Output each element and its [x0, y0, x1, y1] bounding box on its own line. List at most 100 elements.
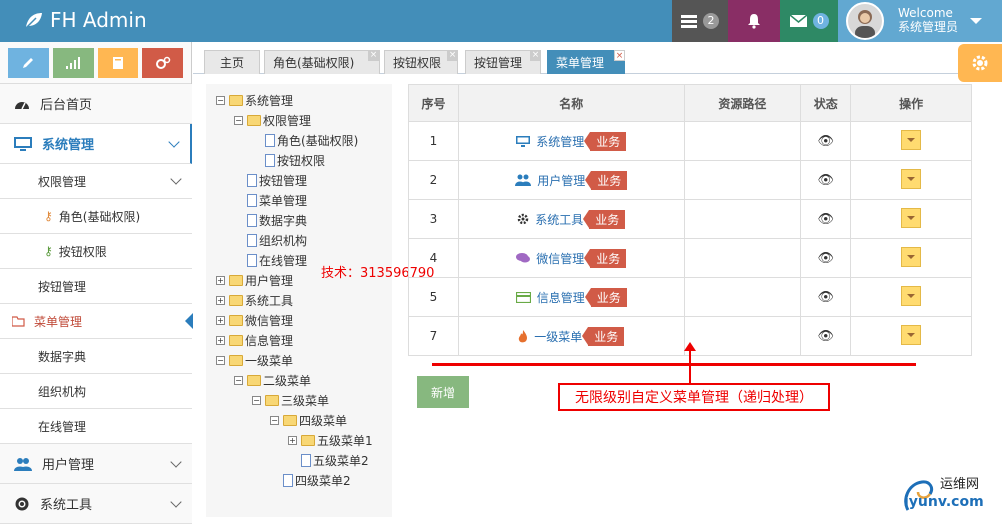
eye-icon[interactable]: 👁: [817, 329, 834, 344]
expand-icon[interactable]: +: [216, 316, 225, 325]
tree-node[interactable]: − 权限管理: [234, 112, 311, 129]
document-icon: [247, 234, 257, 247]
settings-button[interactable]: [958, 44, 1002, 82]
close-icon[interactable]: ×: [530, 50, 541, 61]
folder-open-icon: [229, 355, 243, 366]
sidebar-item-users[interactable]: 用户管理: [0, 444, 192, 484]
actions-dropdown-button[interactable]: [901, 168, 922, 189]
tree-node[interactable]: 按钮权限: [252, 152, 325, 169]
close-icon[interactable]: ×: [447, 50, 458, 61]
sidebar-item-online[interactable]: 在线管理: [0, 409, 192, 444]
expand-icon[interactable]: +: [216, 276, 225, 285]
notifications-button[interactable]: [728, 0, 780, 42]
caret-down-icon: [970, 18, 982, 24]
type-tag: 业务: [584, 287, 627, 307]
collapse-icon[interactable]: −: [234, 116, 243, 125]
folder-open-icon: [229, 95, 243, 106]
shortcut-book-button[interactable]: [97, 48, 139, 78]
signal-icon: [66, 57, 81, 69]
collapse-icon[interactable]: −: [234, 376, 243, 385]
sidebar-item-button-management[interactable]: 按钮管理: [0, 269, 192, 304]
eye-icon[interactable]: 👁: [817, 173, 834, 188]
desktop-icon: [14, 136, 32, 151]
tab-home[interactable]: 主页: [204, 50, 260, 74]
tree-node-label: 三级菜单: [281, 394, 330, 408]
actions-dropdown-button[interactable]: [901, 285, 922, 306]
tree-node[interactable]: 角色(基础权限): [252, 132, 358, 149]
tree-node[interactable]: + 微信管理: [216, 312, 293, 329]
shortcut-pencil-button[interactable]: [8, 48, 49, 78]
tree-node[interactable]: 四级菜单2: [270, 472, 351, 489]
tree-node[interactable]: 组织机构: [234, 232, 307, 249]
tab-roles[interactable]: 角色(基础权限): [264, 50, 380, 74]
sidebar-item-button-permissions[interactable]: ⚷ 按钮权限: [0, 234, 192, 269]
type-tag: 业务: [584, 248, 627, 268]
collapse-icon[interactable]: −: [216, 356, 225, 365]
sidebar-item-organization[interactable]: 组织机构: [0, 374, 192, 409]
tree-node[interactable]: + 五级菜单1: [288, 432, 373, 449]
tree-node[interactable]: − 系统管理: [216, 92, 293, 109]
sidebar-item-system[interactable]: 系统管理: [0, 124, 192, 164]
expand-icon[interactable]: +: [216, 296, 225, 305]
menu-tree: − 系统管理 − 权限管理角色(基础权限) 按钮权限按钮管理菜单管理数据字典组织机构在线…: [206, 84, 392, 517]
close-icon[interactable]: ×: [614, 50, 625, 61]
sidebar-item-permissions[interactable]: 权限管理: [0, 164, 192, 199]
expand-icon[interactable]: +: [216, 336, 225, 345]
eye-icon[interactable]: 👁: [817, 290, 834, 305]
tree-node[interactable]: + 系统工具: [216, 292, 293, 309]
tree-node[interactable]: 在线管理: [234, 252, 307, 269]
tree-node-label: 一级菜单: [245, 354, 294, 368]
tree-node[interactable]: − 一级菜单: [216, 352, 293, 369]
tree-node[interactable]: 五级菜单2: [288, 452, 369, 469]
shortcut-cogs-button[interactable]: [142, 48, 183, 78]
tree-node[interactable]: − 四级菜单: [270, 412, 347, 429]
actions-dropdown-button[interactable]: [901, 129, 922, 150]
chevron-down-icon: [170, 456, 182, 468]
tab-bar: 主页 角色(基础权限) × 按钮权限 × 按钮管理 × 菜单管理 ×: [193, 42, 1002, 74]
status-cell: 👁: [800, 121, 852, 161]
collapse-icon[interactable]: −: [216, 96, 225, 105]
add-button[interactable]: 新增: [417, 376, 469, 408]
sidebar-shortcuts: [0, 42, 191, 84]
tree-node[interactable]: 菜单管理: [234, 192, 307, 209]
document-icon: [265, 134, 275, 147]
shortcut-signal-button[interactable]: [52, 48, 94, 78]
actions-cell: [850, 316, 972, 356]
actions-cell: [850, 199, 972, 239]
eye-icon[interactable]: 👁: [817, 134, 834, 149]
actions-cell: [850, 238, 972, 278]
sidebar-item-home[interactable]: 后台首页: [0, 84, 192, 124]
collapse-icon[interactable]: −: [270, 416, 279, 425]
sidebar-item-menu-management[interactable]: 菜单管理: [0, 304, 193, 339]
actions-dropdown-button[interactable]: [901, 324, 922, 345]
tree-node[interactable]: 按钮管理: [234, 172, 307, 189]
user-menu[interactable]: Welcome 系统管理员: [838, 0, 1002, 42]
tree-node[interactable]: + 用户管理: [216, 272, 293, 289]
close-icon[interactable]: ×: [368, 50, 379, 61]
sidebar-item-dictionary[interactable]: 数据字典: [0, 339, 192, 374]
tree-node[interactable]: − 三级菜单: [252, 392, 329, 409]
eye-icon[interactable]: 👁: [817, 212, 834, 227]
sidebar-item-label: 菜单管理: [34, 314, 83, 329]
pencil-icon: [23, 58, 34, 68]
eye-icon[interactable]: 👁: [817, 251, 834, 266]
sidebar-item-tools[interactable]: 系统工具: [0, 484, 192, 524]
actions-dropdown-button[interactable]: [901, 246, 922, 267]
resource-path: [683, 121, 802, 161]
brand[interactable]: FH Admin: [24, 8, 147, 32]
sidebar-item-roles[interactable]: ⚷ 角色(基础权限): [0, 199, 192, 234]
messages-button[interactable]: 0: [780, 0, 838, 42]
tasks-button[interactable]: 2: [672, 0, 728, 42]
tree-node-label: 微信管理: [245, 314, 294, 328]
tree-node[interactable]: − 二级菜单: [234, 372, 311, 389]
tree-node[interactable]: 数据字典: [234, 212, 307, 229]
actions-dropdown-button[interactable]: [901, 207, 922, 228]
expand-icon[interactable]: +: [288, 436, 297, 445]
tree-node[interactable]: + 信息管理: [216, 332, 293, 349]
sidebar-item-label: 用户管理: [42, 458, 95, 473]
menu-name: 微信管理: [536, 251, 585, 266]
users-icon: [515, 174, 532, 186]
document-icon: [265, 154, 275, 167]
collapse-icon[interactable]: −: [252, 396, 261, 405]
document-icon: [283, 474, 293, 487]
